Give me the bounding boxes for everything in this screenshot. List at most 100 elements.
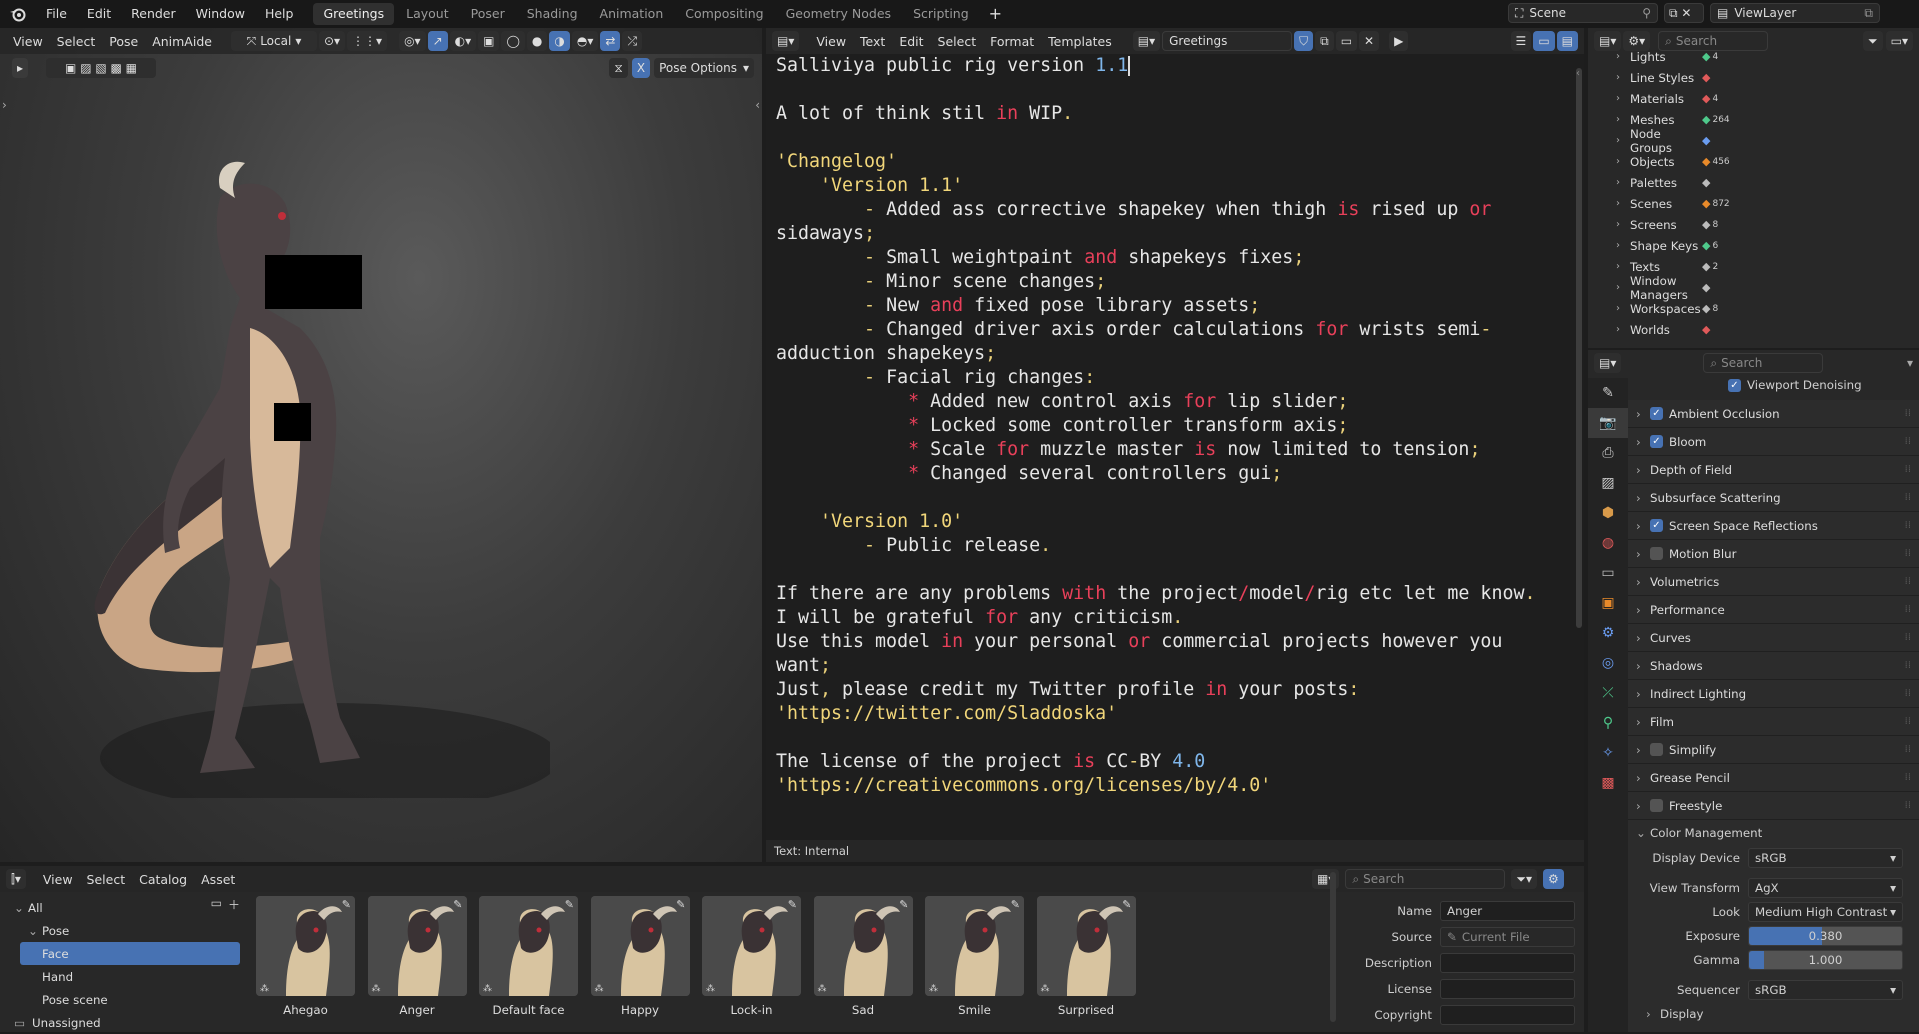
text-datablock-icon[interactable]: ▤▾ — [1132, 31, 1161, 51]
drag-handle-icon[interactable]: ⁞⁞ — [1905, 520, 1911, 531]
rendered-shading-icon[interactable]: ◓▾ — [571, 31, 599, 51]
chevron-down-icon[interactable]: ⌄ — [14, 901, 28, 915]
tab-poser[interactable]: Poser — [461, 3, 515, 25]
chevron-right-icon[interactable]: › — [1616, 156, 1630, 167]
panel-subsurface-scattering[interactable]: › Subsurface Scattering ⁞⁞ — [1628, 484, 1919, 512]
panel-film[interactable]: › Film ⁞⁞ — [1628, 708, 1919, 736]
panel-simplify[interactable]: › Simplify ⁞⁞ — [1628, 736, 1919, 764]
panel-performance[interactable]: › Performance ⁞⁞ — [1628, 596, 1919, 624]
menu-render[interactable]: Render — [121, 0, 186, 28]
checkbox-icon[interactable]: ✓ — [1650, 435, 1663, 448]
open-text-icon[interactable]: ▭ — [1335, 31, 1358, 51]
asset-thumbnail[interactable]: ✎ ⁂ — [925, 896, 1024, 996]
outliner-item-line-styles[interactable]: › Line Styles ◆ — [1588, 67, 1919, 88]
overlay-toggle-icon[interactable]: ◐▾ — [449, 31, 477, 51]
asset-menu-asset[interactable]: Asset — [194, 872, 242, 887]
text-menu-format[interactable]: Format — [983, 34, 1041, 49]
edit-asset-icon[interactable]: ✎ — [788, 898, 797, 911]
asset-description-field[interactable] — [1440, 953, 1575, 973]
filter-icon[interactable]: ⏷▾ — [1511, 869, 1537, 889]
fake-user-icon[interactable]: ⛉ — [1294, 31, 1314, 51]
edit-asset-icon[interactable]: ✎ — [342, 898, 351, 911]
settings-gear-icon[interactable]: ⚙ — [1543, 869, 1564, 889]
asset-thumbnail[interactable]: ✎ ⁂ — [479, 896, 578, 996]
drag-handle-icon[interactable]: ⁞⁞ — [1905, 408, 1911, 419]
character-model[interactable] — [70, 158, 550, 798]
pin-icon[interactable]: ⚲ — [1642, 4, 1651, 22]
text-menu-templates[interactable]: Templates — [1041, 34, 1119, 49]
editor-type-icon[interactable]: ▤▾ — [1594, 353, 1622, 373]
sidebar-collapse-icon[interactable]: ‹ — [1576, 68, 1580, 79]
asset-menu-catalog[interactable]: Catalog — [132, 872, 194, 887]
outliner-item-scenes[interactable]: › Scenes ◆ 872 — [1588, 193, 1919, 214]
edit-asset-icon[interactable]: ✎ — [899, 898, 908, 911]
mirror-toggle-icon[interactable]: ⇄ — [600, 31, 621, 51]
panel-bloom[interactable]: › ✓ Bloom ⁞⁞ — [1628, 428, 1919, 456]
x-mirror-toggle[interactable]: X — [631, 58, 651, 78]
scrollbar[interactable] — [1330, 872, 1336, 1022]
scene-selector[interactable]: ⛶ Scene ⚲ — [1508, 3, 1658, 23]
selection-mode-icons[interactable]: ▣ ▨ ▧ ▩ ▦ — [46, 58, 157, 78]
chevron-right-icon[interactable]: › — [1616, 135, 1630, 146]
asset-name-field[interactable]: Anger — [1440, 901, 1575, 921]
menu-help[interactable]: Help — [255, 0, 304, 28]
chevron-down-icon[interactable]: ▾ — [1907, 356, 1913, 370]
catalog-item-pose[interactable]: ⌄ Pose — [10, 919, 240, 942]
text-menu-text[interactable]: Text — [853, 34, 892, 49]
panel-volumetrics[interactable]: › Volumetrics ⁞⁞ — [1628, 568, 1919, 596]
view-transform-dropdown[interactable]: AgX ▾ — [1748, 878, 1903, 898]
chevron-right-icon[interactable]: › — [1616, 219, 1630, 230]
catalog-item-pose-scene[interactable]: Pose scene — [10, 988, 240, 1011]
chevron-right-icon[interactable]: › — [1616, 72, 1630, 83]
line-numbers-icon[interactable]: ☰ — [1510, 31, 1532, 51]
chevron-right-icon[interactable]: › — [1616, 198, 1630, 209]
catalog-item-hand[interactable]: Hand — [10, 965, 240, 988]
panel-screen-space-reflections[interactable]: › ✓ Screen Space Reflections ⁞⁞ — [1628, 512, 1919, 540]
drag-handle-icon[interactable]: ⁞⁞ — [1905, 632, 1911, 643]
chevron-right-icon[interactable]: › — [1616, 282, 1630, 293]
xray-toggle-icon[interactable]: ▣ — [478, 31, 500, 51]
outliner-item-worlds[interactable]: › Worlds ◆ — [1588, 319, 1919, 340]
mirror-pose-icon[interactable]: ⧖ — [609, 58, 628, 78]
save-catalog-icon[interactable]: ▭ — [211, 896, 222, 913]
sidebar-expand-icon[interactable]: ‹ — [755, 98, 760, 112]
viewport-menu-pose[interactable]: Pose — [102, 34, 145, 49]
scrollbar[interactable] — [1576, 68, 1582, 628]
editor-type-icon[interactable]: ▤▾ — [772, 31, 800, 51]
tab-greetings[interactable]: Greetings — [313, 3, 395, 25]
outliner-item-shape-keys[interactable]: › Shape Keys ◆ 6 — [1588, 235, 1919, 256]
snap-icon[interactable]: ⋮⋮▾ — [347, 31, 388, 51]
drag-handle-icon[interactable]: ⁞⁞ — [1905, 800, 1911, 811]
checkbox-icon[interactable] — [1650, 547, 1663, 560]
editor-type-icon[interactable]: ⫿▾ — [6, 869, 26, 889]
blender-logo-icon[interactable] — [0, 0, 36, 28]
menu-file[interactable]: File — [36, 0, 77, 28]
asset-search-input[interactable]: ⌕ Search — [1345, 869, 1506, 889]
exposure-slider[interactable]: 0.380 — [1748, 926, 1903, 946]
asset-source-field[interactable]: ✎ Current File — [1440, 927, 1575, 947]
tab-animation[interactable]: Animation — [590, 3, 674, 25]
outliner-item-screens[interactable]: › Screens ◆ 8 — [1588, 214, 1919, 235]
text-editor[interactable]: ▤▾ View Text Edit Select Format Templates ▤▾ … — [766, 28, 1584, 862]
text-menu-view[interactable]: View — [809, 34, 853, 49]
tab-scripting[interactable]: Scripting — [903, 3, 979, 25]
chevron-right-icon[interactable]: › — [1616, 177, 1630, 188]
tab-geometry-nodes[interactable]: Geometry Nodes — [776, 3, 901, 25]
checkbox-icon[interactable]: ✓ — [1728, 378, 1741, 392]
viewport-menu-view[interactable]: View — [6, 34, 50, 49]
outliner-item-workspaces[interactable]: › Workspaces ◆ 8 — [1588, 298, 1919, 319]
edit-asset-icon[interactable]: ✎ — [453, 898, 462, 911]
checkbox-icon[interactable]: ✓ — [1650, 407, 1663, 420]
edit-asset-icon[interactable]: ✎ — [1011, 898, 1020, 911]
editor-type-icon[interactable]: ▤▾ — [1594, 31, 1622, 51]
auto-key-icon[interactable]: ⤮ — [622, 31, 643, 51]
outliner-item-window-managers[interactable]: › Window Managers ◆ — [1588, 274, 1919, 302]
asset-license-field[interactable] — [1440, 979, 1575, 999]
panel-shadows[interactable]: › Shadows ⁞⁞ — [1628, 652, 1919, 680]
pivot-point-icon[interactable]: ⊙▾ — [318, 31, 346, 51]
proportional-edit-icon[interactable]: ◎▾ — [399, 31, 426, 51]
edit-asset-icon[interactable]: ✎ — [676, 898, 685, 911]
checkbox-icon[interactable] — [1650, 799, 1663, 812]
text-menu-select[interactable]: Select — [931, 34, 984, 49]
add-workspace-button[interactable]: + — [979, 0, 1012, 28]
